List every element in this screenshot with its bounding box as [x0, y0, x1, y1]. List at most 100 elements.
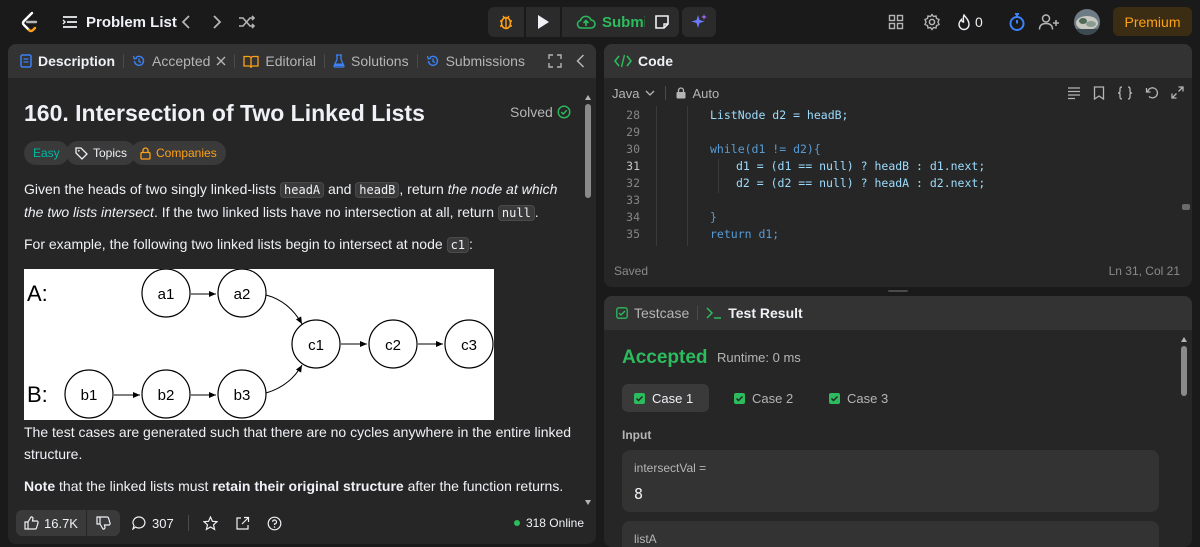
tab-submissions[interactable]: Submissions	[418, 44, 533, 78]
code-brackets-icon	[614, 54, 632, 68]
random-problem-button[interactable]	[236, 11, 258, 33]
add-user-icon	[1038, 14, 1059, 30]
save-status: Saved	[614, 264, 649, 278]
like-button[interactable]: 16.7K	[16, 510, 86, 536]
checkbox-icon	[616, 307, 628, 319]
braces-icon[interactable]	[1117, 86, 1133, 100]
list-icon	[62, 16, 77, 28]
like-count: 16.7K	[44, 515, 78, 531]
code-tabbar: Code	[604, 44, 1192, 78]
description-icon	[20, 54, 32, 68]
flame-icon	[958, 13, 970, 30]
expand-icon[interactable]	[1171, 86, 1184, 99]
format-code-icon[interactable]	[1067, 86, 1081, 100]
prev-problem-button[interactable]	[176, 11, 196, 33]
text-span: that the linked lists must	[55, 478, 213, 494]
variable-value: 8	[634, 485, 644, 503]
history-icon	[426, 55, 438, 67]
tab-testcase[interactable]: Testcase	[604, 296, 697, 330]
line-number: 31	[626, 159, 640, 173]
play-icon	[538, 15, 549, 29]
help-button[interactable]	[267, 510, 282, 536]
case-label: Case 3	[847, 390, 889, 406]
code-toolbar: Java Auto	[604, 80, 1192, 106]
line-number: 29	[626, 125, 640, 139]
premium-button[interactable]: Premium	[1113, 7, 1192, 36]
node-label: b3	[234, 387, 251, 404]
flask-icon	[333, 54, 345, 68]
tab-editorial[interactable]: Editorial	[235, 44, 324, 78]
shuffle-icon	[239, 15, 256, 29]
favorite-button[interactable]	[202, 510, 218, 536]
indent-guide	[718, 159, 719, 193]
invite-user-button[interactable]	[1037, 10, 1061, 34]
streak-counter[interactable]: 0	[957, 11, 983, 33]
text-span: after the function returns.	[403, 478, 564, 494]
close-icon[interactable]	[216, 56, 226, 66]
toolbar-separator	[665, 86, 667, 100]
comments-button[interactable]: 307	[132, 510, 174, 536]
language-select[interactable]: Java	[612, 86, 655, 101]
case-2-tab[interactable]: Case 2	[722, 384, 805, 412]
tab-accepted[interactable]: Accepted	[124, 44, 234, 78]
leetcode-logo-icon[interactable]	[18, 10, 42, 34]
maximize-panel-button[interactable]	[548, 54, 562, 68]
timer-button[interactable]	[1006, 10, 1028, 34]
dislike-button[interactable]	[86, 510, 120, 536]
settings-button[interactable]	[921, 11, 943, 33]
code-scrollbar-thumb[interactable]	[1182, 204, 1190, 210]
bookmark-icon[interactable]	[1093, 86, 1105, 100]
tab-code[interactable]: Code	[604, 44, 681, 78]
collapse-panel-button[interactable]	[576, 54, 585, 68]
node-b3: b3	[217, 369, 267, 419]
text-span: , return	[399, 181, 448, 197]
description-scrollbar[interactable]	[584, 94, 592, 506]
list-b-label: B:	[27, 382, 48, 407]
node-label: c3	[461, 337, 477, 354]
tab-description[interactable]: Description	[8, 44, 123, 78]
result-scrollbar[interactable]	[1180, 336, 1188, 546]
code-line: d1 = (d1 == null) ? headB : d1.next;	[736, 159, 986, 173]
ai-assistant-button[interactable]	[682, 7, 716, 37]
code-panel: Code Java Auto 28 29 30 31 32 33 34 35 L…	[604, 44, 1192, 287]
case-label: Case 2	[752, 390, 794, 406]
next-problem-button[interactable]	[207, 11, 227, 33]
panel-resize-handle[interactable]	[888, 290, 908, 292]
chevron-down-icon	[646, 90, 655, 96]
line-number: 34	[626, 210, 640, 224]
share-button[interactable]	[235, 510, 250, 536]
question-circle-icon	[267, 516, 282, 530]
tab-solutions[interactable]: Solutions	[325, 44, 417, 78]
node-label: b1	[81, 387, 98, 404]
comment-count: 307	[151, 515, 174, 531]
online-indicator: 318 Online	[513, 516, 584, 530]
input-variable-box: intersectVal = 8	[622, 450, 1159, 512]
reset-icon[interactable]	[1145, 86, 1159, 100]
node-c2: c2	[368, 319, 418, 369]
editor-status-bar: Saved Ln 31, Col 21	[604, 264, 1192, 280]
case-3-tab[interactable]: Case 3	[817, 384, 900, 412]
layout-button[interactable]	[885, 11, 907, 33]
star-icon	[202, 515, 218, 531]
code-editor[interactable]: 28 29 30 31 32 33 34 35 ListNode d2 = he…	[604, 106, 1192, 246]
input-variable-box: listA	[622, 521, 1159, 547]
topics-chip[interactable]: Topics	[66, 141, 137, 165]
notes-button[interactable]	[645, 7, 679, 37]
difficulty-badge[interactable]: Easy	[24, 141, 69, 165]
case-1-tab[interactable]: Case 1	[622, 384, 709, 412]
description-tabbar: Description Accepted Editorial Solutions	[8, 44, 596, 78]
code-line: d2 = (d2 == null) ? headA : d2.next;	[736, 176, 986, 190]
text-span: Given the heads of two singly linked-lis…	[24, 181, 281, 197]
debug-button[interactable]	[488, 7, 524, 37]
companies-chip[interactable]: Companies	[131, 141, 226, 165]
difficulty-label: Easy	[33, 146, 60, 160]
tab-test-result[interactable]: Test Result	[698, 296, 810, 330]
tab-solutions-label: Solutions	[350, 53, 409, 69]
node-b2: b2	[141, 369, 191, 419]
check-circle-icon	[557, 105, 571, 119]
auto-mode-toggle[interactable]: Auto	[676, 86, 719, 101]
problem-list-button[interactable]: Problem List	[62, 11, 177, 33]
avatar[interactable]	[1074, 9, 1100, 35]
run-button[interactable]	[526, 7, 560, 37]
node-label: c1	[308, 337, 324, 354]
